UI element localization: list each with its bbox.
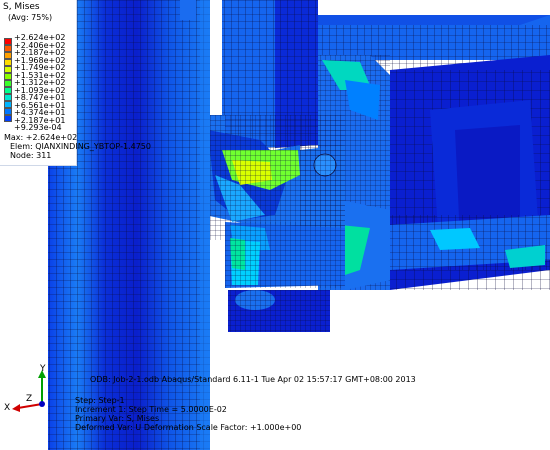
axis-triad: Y X Z: [2, 364, 52, 416]
legend-color-bar: [4, 38, 12, 122]
legend-swatch: [4, 80, 12, 87]
legend-subtitle: (Avg: 75%): [8, 13, 53, 22]
model-viewport[interactable]: S, Mises (Avg: 75%) +2.624e+02 +2.406e+02…: [0, 0, 550, 450]
legend-swatch: [4, 115, 12, 122]
legend-swatch: [4, 45, 12, 52]
clamp-part: [200, 115, 345, 240]
legend-swatch: [4, 38, 12, 45]
lower-block: [225, 222, 345, 332]
legend-title: S, Mises: [3, 2, 40, 12]
legend-swatch: [4, 66, 12, 73]
legend-swatch: [4, 108, 12, 115]
legend-swatch: [4, 59, 12, 66]
legend-value: +9.293e-04: [14, 123, 62, 132]
legend-swatch: [4, 94, 12, 101]
footer-deformed-var: Deformed Var: U Deformation Scale Factor…: [75, 423, 302, 432]
legend-swatch: [4, 52, 12, 59]
ring-part: [180, 0, 196, 20]
axis-x-label: X: [4, 403, 11, 413]
legend-swatch: [4, 87, 12, 94]
frame-box: [318, 15, 550, 290]
legend-node: Node: 311: [10, 151, 52, 160]
axis-z-label: Z: [26, 394, 33, 404]
contour-legend: S, Mises (Avg: 75%) +2.624e+02 +2.406e+02…: [0, 0, 151, 166]
legend-swatch: [4, 73, 12, 80]
footer-odb: ODB: Job-2-1.odb Abaqus/Standard 6.11-1 …: [90, 375, 416, 384]
axis-y-label: Y: [40, 364, 46, 374]
legend-value-labels: +2.624e+02 +2.406e+02 +2.187e+02 +1.968e+02…: [14, 34, 65, 132]
legend-swatch: [4, 101, 12, 108]
